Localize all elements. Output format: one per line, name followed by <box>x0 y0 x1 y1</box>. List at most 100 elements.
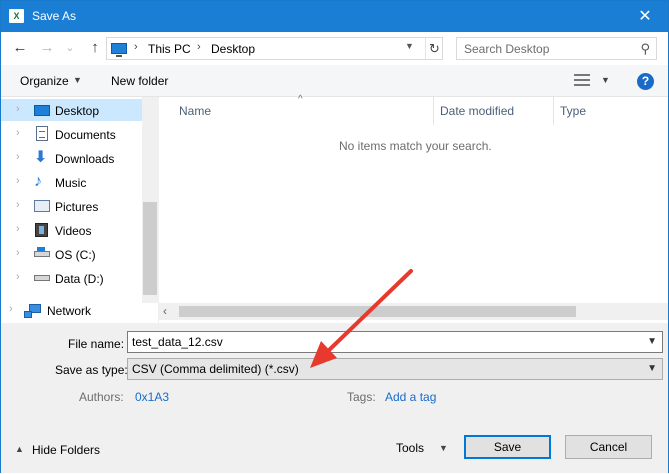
sidebar-item-label: Pictures <box>55 200 99 214</box>
expand-chevron-icon[interactable]: › <box>16 103 20 115</box>
hide-folders-button[interactable]: Hide Folders <box>32 443 100 457</box>
search-icon: ⚲ <box>640 41 650 56</box>
sidebar-item-videos[interactable]: › Videos <box>1 219 142 241</box>
save-as-dialog: X Save As ✕ ← → ⌄ ↑ › This PC › Desktop … <box>0 0 669 473</box>
documents-icon <box>36 126 48 141</box>
save-button[interactable]: Save <box>464 435 551 459</box>
column-header-date-modified[interactable]: Date modified <box>440 104 514 118</box>
chevron-down-icon: ▼ <box>647 363 657 374</box>
sidebar-item-label: Videos <box>55 224 92 238</box>
up-button[interactable]: ↑ <box>86 38 104 58</box>
horizontal-scrollbar[interactable]: ‹ <box>159 303 668 320</box>
navigation-pane: › Desktop › Documents › ⬇ Downloads › ♪ … <box>1 97 158 323</box>
forward-arrow-icon: → <box>39 39 55 56</box>
organize-menu[interactable]: Organize <box>20 74 69 88</box>
drive-c-icon <box>34 247 50 257</box>
sidebar-item-label: Desktop <box>55 104 100 118</box>
save-as-type-value: CSV (Comma delimited) (*.csv) <box>132 362 299 376</box>
sidebar-item-label: Downloads <box>55 152 115 166</box>
file-name-dropdown-icon[interactable]: ▼ <box>647 336 657 347</box>
expand-chevron-icon[interactable]: › <box>16 151 20 163</box>
sidebar-item-label: OS (C:) <box>55 248 96 262</box>
sidebar-item-music[interactable]: › ♪ Music <box>1 171 142 193</box>
file-name-field[interactable]: test_data_12.csv ▼ <box>127 331 663 353</box>
horizontal-scrollbar-thumb[interactable] <box>179 306 576 317</box>
navigation-scrollbar-thumb[interactable] <box>143 202 157 295</box>
drive-d-icon <box>34 275 50 281</box>
new-folder-button[interactable]: New folder <box>111 74 168 88</box>
file-name-value: test_data_12.csv <box>132 335 223 349</box>
desktop-icon <box>34 105 50 116</box>
column-divider[interactable] <box>553 97 554 125</box>
column-header-name[interactable]: Name <box>179 104 211 118</box>
column-header-type[interactable]: Type <box>560 104 586 118</box>
authors-value[interactable]: 0x1A3 <box>135 390 169 404</box>
search-input[interactable]: Search Desktop ⚲ <box>456 37 657 60</box>
sidebar-item-pictures[interactable]: › Pictures <box>1 195 142 217</box>
breadcrumb-this-pc[interactable]: This PC <box>148 42 191 56</box>
empty-results-message: No items match your search. <box>339 139 492 153</box>
save-form: File name: test_data_12.csv ▼ Save as ty… <box>1 323 668 473</box>
window-title: Save As <box>32 9 77 23</box>
sidebar-item-network[interactable]: › Network <box>1 299 142 321</box>
save-as-type-label: Save as type: <box>55 363 128 377</box>
expand-chevron-icon[interactable]: › <box>16 223 20 235</box>
address-dropdown-icon[interactable]: ▼ <box>405 41 414 51</box>
expand-chevron-icon[interactable]: › <box>16 247 20 259</box>
close-button[interactable]: ✕ <box>622 1 668 32</box>
title-bar: X Save As ✕ <box>1 1 668 32</box>
sidebar-item-desktop[interactable]: › Desktop <box>1 99 142 121</box>
sort-ascending-icon: ^ <box>298 94 303 105</box>
expand-chevron-icon[interactable]: › <box>16 271 20 283</box>
sidebar-item-label: Music <box>55 176 87 190</box>
breadcrumb-separator-icon: › <box>134 41 138 53</box>
sidebar-item-label: Network <box>47 304 92 318</box>
expand-chevron-icon[interactable]: › <box>16 127 20 139</box>
tags-label: Tags: <box>347 390 376 404</box>
cancel-button[interactable]: Cancel <box>565 435 652 459</box>
refresh-button[interactable]: ↻ <box>425 38 443 59</box>
refresh-icon: ↻ <box>429 41 440 56</box>
breadcrumb-desktop[interactable]: Desktop <box>211 42 255 56</box>
excel-icon: X <box>9 9 24 23</box>
tools-menu[interactable]: Tools <box>396 441 424 455</box>
breadcrumb-separator-icon: › <box>197 41 201 53</box>
expand-chevron-icon[interactable]: › <box>9 303 13 315</box>
up-arrow-icon: ↑ <box>91 39 99 56</box>
sidebar-item-label: Data (D:) <box>55 272 104 286</box>
save-as-type-select[interactable]: CSV (Comma delimited) (*.csv) ▼ <box>127 358 663 380</box>
column-divider[interactable] <box>433 97 434 125</box>
file-name-label: File name: <box>68 337 125 351</box>
help-icon[interactable]: ? <box>637 73 654 90</box>
view-options-caret-icon[interactable]: ▼ <box>601 75 610 85</box>
close-icon: ✕ <box>638 8 652 25</box>
music-icon: ♪ <box>34 173 42 190</box>
pictures-icon <box>34 200 50 212</box>
organize-caret-icon: ▼ <box>73 75 82 85</box>
expand-chevron-icon[interactable]: › <box>16 175 20 187</box>
network-icon <box>24 304 41 318</box>
collapse-caret-icon: ▲ <box>15 444 24 454</box>
address-bar[interactable]: › This PC › Desktop ▼ ↻ <box>106 37 443 60</box>
sidebar-item-downloads[interactable]: › ⬇ Downloads <box>1 147 142 169</box>
sidebar-item-os-c[interactable]: › OS (C:) <box>1 243 142 265</box>
file-list: ^ Name Date modified Type No items match… <box>159 94 668 323</box>
command-toolbar: Organize ▼ New folder ▼ ? <box>1 65 668 97</box>
back-button[interactable]: ← <box>11 38 29 58</box>
sidebar-item-label: Documents <box>55 128 116 142</box>
chevron-down-icon: ⌄ <box>65 42 75 54</box>
add-tag-link[interactable]: Add a tag <box>385 390 436 404</box>
authors-label: Authors: <box>79 390 124 404</box>
forward-button[interactable]: → <box>38 38 56 58</box>
expand-chevron-icon[interactable]: › <box>16 199 20 211</box>
scroll-left-icon[interactable]: ‹ <box>163 304 167 318</box>
videos-icon <box>35 223 48 237</box>
sidebar-item-documents[interactable]: › Documents <box>1 123 142 145</box>
back-arrow-icon: ← <box>12 39 28 56</box>
recent-locations-button[interactable]: ⌄ <box>61 38 79 58</box>
change-view-icon[interactable] <box>574 74 590 87</box>
sidebar-item-data-d[interactable]: › Data (D:) <box>1 267 142 289</box>
this-pc-icon <box>111 43 127 57</box>
address-row: ← → ⌄ ↑ › This PC › Desktop ▼ ↻ Search D… <box>1 32 668 65</box>
search-placeholder: Search Desktop <box>464 42 550 56</box>
